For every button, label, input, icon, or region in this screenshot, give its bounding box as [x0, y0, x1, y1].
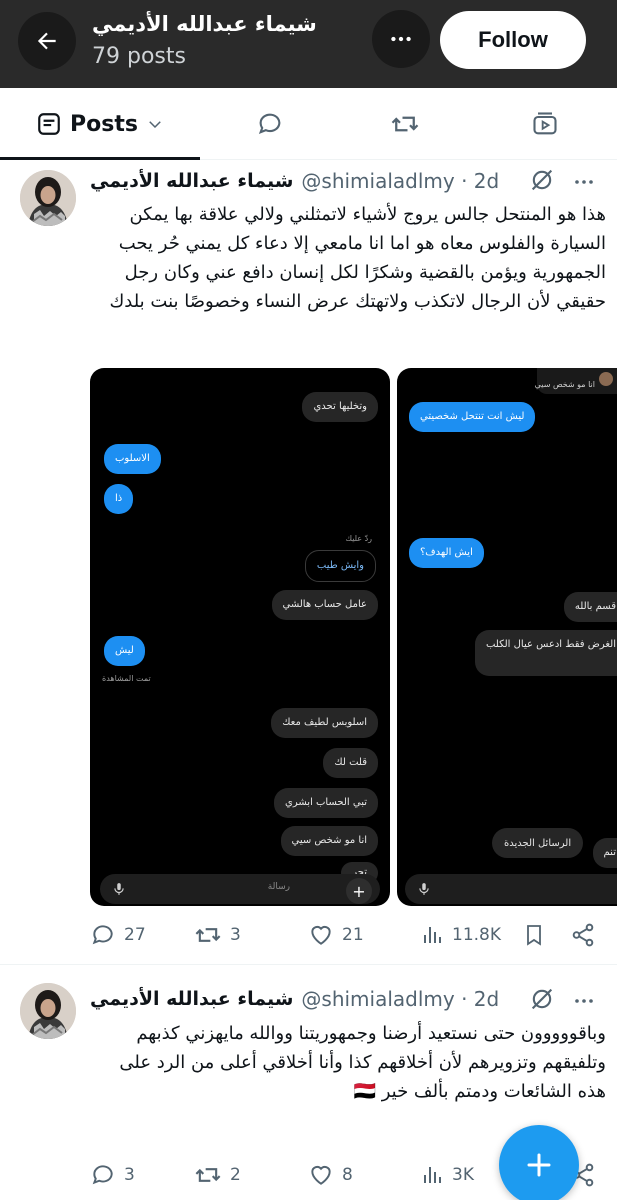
chat-bubble: عامل حساب هالشي: [271, 590, 378, 620]
reply-count: 27: [124, 925, 146, 945]
reply-button[interactable]: 3: [90, 1160, 135, 1190]
author-name[interactable]: شيماء عبدالله الأديمي: [90, 170, 293, 192]
repost-icon: [195, 1168, 221, 1182]
more-icon[interactable]: [572, 170, 596, 194]
chat-bubble: تنم: [592, 838, 617, 868]
back-button[interactable]: [18, 12, 76, 70]
posts-count: 79 posts: [92, 44, 186, 69]
avatar[interactable]: [20, 170, 76, 226]
chevron-down-icon[interactable]: [146, 115, 164, 133]
like-button[interactable]: 8: [308, 1160, 353, 1190]
repost-count: 2: [230, 1165, 241, 1185]
views-icon: [424, 927, 441, 943]
message-composer: رسالة: [100, 874, 380, 904]
chat-bubble: قلت لك: [323, 748, 378, 778]
grok-icon[interactable]: [528, 166, 556, 194]
like-icon: [311, 925, 331, 945]
reply-icon: [92, 925, 113, 945]
more-options-button[interactable]: [372, 10, 430, 68]
profile-tabs: Posts: [0, 88, 617, 161]
media-icon: [533, 112, 557, 135]
chat-bubble: تبي الحساب ابشري: [274, 788, 378, 818]
media-image-left[interactable]: وتخليها تحدي الاسلوب ذا ردّ عليك وايش طي…: [90, 368, 390, 906]
author-name[interactable]: شيماء عبدالله الأديمي: [90, 988, 293, 1010]
plus-icon: [527, 1153, 551, 1177]
tweet-text: هذا هو المنتحل جالس يروج لأشياء لاتمثلني…: [109, 204, 606, 312]
posts-tab-icon: [38, 113, 60, 135]
tweet-header: شيماء عبدالله الأديمي @shimialadlmy · 2d: [90, 164, 499, 198]
reply-icon: [92, 1165, 113, 1185]
repost-icon: [195, 928, 221, 942]
tweet[interactable]: شيماء عبدالله الأديمي @shimialadlmy · 2d…: [0, 160, 617, 965]
tweet-header: شيماء عبدالله الأديمي @shimialadlmy · 2d: [90, 982, 499, 1016]
share-icon: [572, 923, 594, 947]
tweet-text: وباقووووون حتى نستعيد أرضنا وجمهوريتنا و…: [119, 1023, 606, 1102]
tab-posts-label: Posts: [70, 111, 138, 137]
chat-bubble: انا مو شخص سيي: [280, 826, 378, 856]
repost-icon: [391, 116, 419, 132]
message-composer: [405, 874, 617, 904]
quoted-text: انا مو شخص سيي: [534, 380, 595, 389]
chat-bubble: الغرض فقط ادعس عيال الكلب: [474, 630, 617, 676]
like-count: 8: [342, 1165, 353, 1185]
more-icon: [391, 36, 411, 42]
reply-label: ردّ عليك: [345, 534, 372, 543]
chat-bubble: وايش طيب: [304, 550, 376, 582]
reply-icon: [258, 113, 281, 134]
repost-button[interactable]: 2: [194, 1160, 241, 1190]
tab-posts[interactable]: Posts: [0, 88, 200, 161]
like-button[interactable]: 21: [308, 920, 364, 950]
chat-bubble: ايش الهدف؟: [409, 538, 484, 568]
avatar[interactable]: [20, 983, 76, 1039]
chat-bubble: الاسلوب: [104, 444, 161, 474]
profile-name: شيماء عبدالله الأديمي: [92, 12, 317, 36]
tab-reposts[interactable]: [375, 88, 435, 160]
seen-label: تمت المشاهدة: [102, 674, 151, 683]
bookmark-button[interactable]: [522, 920, 554, 950]
views-count: 3K: [452, 1165, 474, 1185]
repost-button[interactable]: 3: [194, 920, 241, 950]
reply-count: 3: [124, 1165, 135, 1185]
bookmark-icon: [527, 925, 541, 946]
reply-button[interactable]: 27: [90, 920, 146, 950]
repost-count: 3: [230, 925, 241, 945]
avatar-image: [20, 170, 76, 226]
author-handle[interactable]: @shimialadlmy · 2d: [301, 169, 499, 193]
like-count: 21: [342, 925, 364, 945]
chat-bubble: ليش: [104, 636, 145, 666]
composer-placeholder: رسالة: [267, 882, 290, 892]
chat-bubble: قسم بالله: [563, 592, 617, 622]
views-count: 11.8K: [452, 925, 501, 945]
follow-button[interactable]: Follow: [440, 11, 586, 69]
tweet-actions: 27 3 21 11.8K: [90, 920, 607, 950]
chat-bubble: وتخليها تحدي: [302, 392, 378, 422]
avatar: [599, 372, 613, 386]
chat-bubble: اسلوبس لطيف معك: [271, 708, 378, 738]
back-arrow-icon: [37, 32, 56, 50]
plus-icon: +: [346, 878, 372, 904]
like-icon: [311, 1165, 331, 1185]
views-button[interactable]: 3K: [420, 1160, 474, 1190]
views-button[interactable]: 11.8K: [420, 920, 501, 950]
tab-replies[interactable]: [240, 88, 300, 160]
tweet-media[interactable]: وتخليها تحدي الاسلوب ذا ردّ عليك وايش طي…: [90, 368, 617, 906]
tab-media[interactable]: [515, 88, 575, 160]
share-button[interactable]: [570, 920, 604, 950]
profile-header: شيماء عبدالله الأديمي 79 posts Follow: [0, 0, 617, 88]
chat-bubble: ذا: [104, 484, 134, 514]
media-image-right[interactable]: انا مو شخص سيي ليش انت تنتحل شخصيتي ايش …: [397, 368, 617, 906]
more-icon[interactable]: [572, 989, 596, 1013]
quoted-story-card: انا مو شخص سيي: [534, 368, 617, 394]
mic-icon: [419, 883, 429, 895]
views-icon: [424, 1167, 441, 1183]
author-handle[interactable]: @shimialadlmy · 2d: [301, 987, 499, 1011]
grok-icon[interactable]: [528, 985, 556, 1013]
compose-post-button[interactable]: [499, 1125, 579, 1200]
chat-bubble: ليش انت تنتحل شخصيتي: [409, 402, 536, 432]
avatar-image: [20, 983, 76, 1039]
mic-icon: [114, 883, 124, 895]
new-messages-pill: الرسائل الجديدة: [492, 828, 584, 858]
